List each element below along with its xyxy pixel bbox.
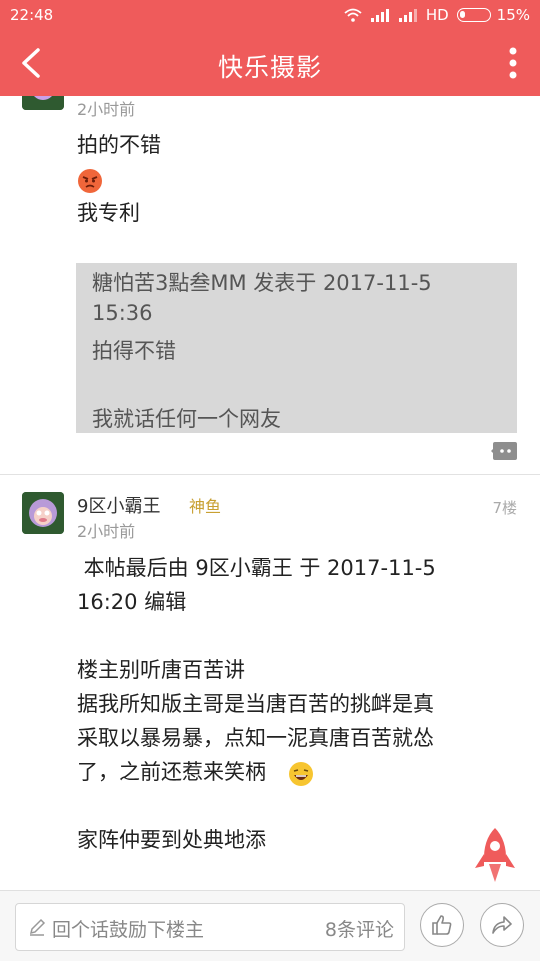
divider xyxy=(0,474,540,475)
user-badge: 神鱼 xyxy=(189,497,222,516)
like-button[interactable] xyxy=(420,903,464,947)
username[interactable]: 9区小霸王 xyxy=(77,492,160,518)
pencil-icon xyxy=(29,918,46,936)
angry-emoji-icon xyxy=(78,169,102,193)
share-icon xyxy=(492,916,512,934)
avatar[interactable] xyxy=(22,96,64,110)
app-header: 快乐摄影 xyxy=(0,30,540,96)
post-text-line: 家阵仲要到处典地添 xyxy=(77,828,266,852)
battery: 15% xyxy=(456,6,530,24)
signal-icon xyxy=(370,9,389,22)
post-text-line: 拍的不错 xyxy=(77,133,161,157)
post-text-line: 了，之前还惹来笑柄 xyxy=(77,760,266,784)
edit-notice-line: 本帖最后由 9区小霸王 于 2017-11-5 xyxy=(77,556,436,580)
post-text-line: 楼主别听唐百苦讲 xyxy=(77,658,245,682)
comment-count[interactable]: 8条评论 xyxy=(325,915,394,942)
network-label: HD xyxy=(425,6,449,24)
post-text-line: 据我所知版主哥是当唐百苦的挑衅是真 xyxy=(77,692,434,716)
wifi-icon xyxy=(344,8,362,22)
status-bar: 22:48 HD 15% xyxy=(0,0,540,30)
battery-icon xyxy=(456,8,491,22)
thread-content[interactable]: 2小时前 拍的不错 我专利 糖怕苦3點叁MM 发表于 2017-11-5 15:… xyxy=(0,96,540,890)
post-text-line: 我专利 xyxy=(77,201,140,225)
signal-icon-2 xyxy=(398,9,417,22)
post-time: 2小时前 xyxy=(77,522,136,541)
battery-percent: 15% xyxy=(496,6,530,24)
bottom-bar: 回个话鼓励下楼主 8条评论 xyxy=(0,890,540,961)
post-text-line: 采取以暴易暴，点知一泥真唐百苦就怂 xyxy=(77,726,434,750)
reply-input[interactable]: 回个话鼓励下楼主 8条评论 xyxy=(15,903,405,951)
avatar[interactable] xyxy=(22,492,64,534)
quote-block: 糖怕苦3點叁MM 发表于 2017-11-5 15:36 拍得不错 我就话任何一… xyxy=(76,263,517,433)
share-button[interactable] xyxy=(480,903,524,947)
laughing-emoji-icon xyxy=(289,762,313,786)
avatar-image xyxy=(22,492,64,534)
status-icons: HD 15% xyxy=(344,6,530,24)
quote-line: 糖怕苦3點叁MM 发表于 2017-11-5 xyxy=(92,271,432,295)
more-options-icon[interactable] xyxy=(508,46,518,80)
avatar-image xyxy=(22,96,64,110)
rocket-icon[interactable] xyxy=(470,826,520,886)
floor-number: 7楼 xyxy=(492,499,517,517)
quote-line: 拍得不错 xyxy=(92,339,176,363)
thumbs-up-icon xyxy=(432,915,452,935)
status-time: 22:48 xyxy=(10,6,54,24)
comment-icon[interactable] xyxy=(491,442,517,460)
page-title: 快乐摄影 xyxy=(217,53,322,82)
quote-line: 我就话任何一个网友 xyxy=(92,407,281,431)
quote-line: 15:36 xyxy=(92,301,153,325)
edit-notice-line: 16:20 编辑 xyxy=(77,590,187,614)
reply-placeholder: 回个话鼓励下楼主 xyxy=(52,919,205,941)
post-time: 2小时前 xyxy=(77,100,136,119)
